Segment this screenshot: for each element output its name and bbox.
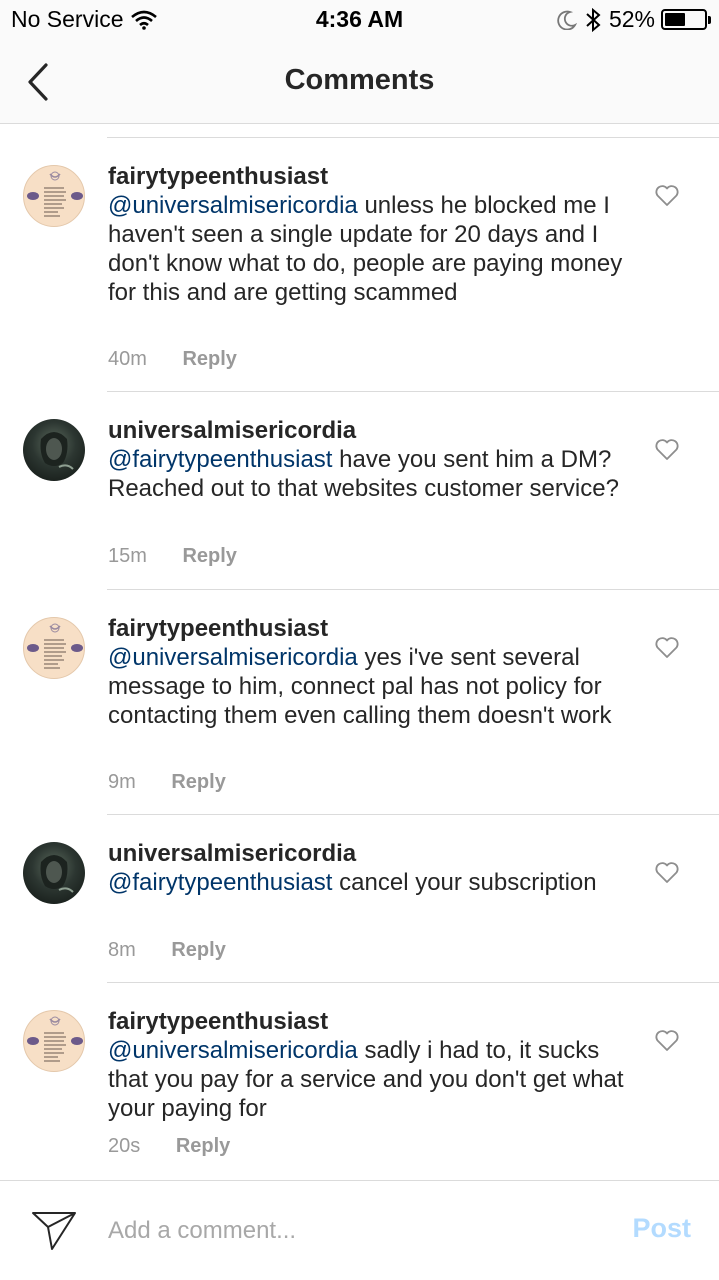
- comment-time: 8m: [108, 939, 136, 961]
- comment-time: 20s: [108, 1135, 141, 1157]
- heart-icon: [655, 439, 679, 460]
- like-button[interactable]: [654, 1029, 680, 1053]
- comment-body: fairytypeenthusiast @universalmisericord…: [108, 162, 628, 307]
- heart-icon: [655, 637, 679, 658]
- comment-meta: 9m Reply: [108, 771, 226, 794]
- battery-percent: 52%: [608, 6, 655, 32]
- avatar-image: [27, 171, 83, 217]
- comment-time: 40m: [108, 348, 147, 370]
- comment-username[interactable]: universalmisericordia: [108, 839, 628, 868]
- avatar[interactable]: [23, 165, 85, 227]
- comment-text: cancel your subscription: [332, 869, 597, 896]
- reply-button[interactable]: Reply: [182, 348, 236, 370]
- comment-body: fairytypeenthusiast @universalmisericord…: [108, 614, 628, 730]
- avatar-image: [27, 623, 83, 669]
- comment-meta: 20s Reply: [108, 1135, 230, 1158]
- divider: [107, 589, 719, 590]
- divider: [107, 137, 719, 138]
- comment-mention[interactable]: @fairytypeenthusiast: [108, 446, 332, 473]
- comment-username[interactable]: fairytypeenthusiast: [108, 162, 628, 191]
- post-button[interactable]: Post: [632, 1213, 691, 1244]
- comment-time: 15m: [108, 545, 147, 567]
- comment-input-bar: Post: [0, 1180, 719, 1280]
- like-button[interactable]: [654, 861, 680, 885]
- comment-body: universalmisericordia @fairytypeenthusia…: [108, 416, 628, 503]
- reply-button[interactable]: Reply: [182, 545, 236, 567]
- comment-username[interactable]: fairytypeenthusiast: [108, 614, 628, 643]
- avatar-image: [27, 1016, 83, 1062]
- heart-icon: [655, 185, 679, 206]
- like-button[interactable]: [654, 438, 680, 462]
- comment-meta: 8m Reply: [108, 939, 226, 962]
- avatar-image: [40, 432, 74, 470]
- moon-icon: [557, 10, 577, 30]
- status-bar: No Service 4:36 AM 52%: [0, 0, 719, 40]
- comment-username[interactable]: fairytypeenthusiast: [108, 1007, 628, 1036]
- comment-meta: 15m Reply: [108, 545, 237, 568]
- comment-mention[interactable]: @universalmisericordia: [108, 644, 358, 671]
- comment-body: universalmisericordia @fairytypeenthusia…: [108, 839, 628, 897]
- nav-bar: Comments: [0, 40, 719, 124]
- avatar-image: [40, 855, 74, 893]
- heart-icon: [655, 862, 679, 883]
- reply-button[interactable]: Reply: [171, 939, 225, 961]
- avatar[interactable]: [23, 842, 85, 904]
- comment-meta: 40m Reply: [108, 348, 237, 371]
- comment-mention[interactable]: @universalmisericordia: [108, 1037, 358, 1064]
- page-title: Comments: [284, 64, 435, 96]
- comment-body: fairytypeenthusiast @universalmisericord…: [108, 1007, 628, 1123]
- paper-plane-icon: [32, 1212, 76, 1250]
- comment-input[interactable]: [108, 1211, 588, 1251]
- divider: [107, 814, 719, 815]
- like-button[interactable]: [654, 636, 680, 660]
- avatar[interactable]: [23, 419, 85, 481]
- comment-mention[interactable]: @universalmisericordia: [108, 192, 358, 219]
- battery-fill: [665, 13, 685, 26]
- avatar[interactable]: [23, 1010, 85, 1072]
- divider: [107, 391, 719, 392]
- comment-username[interactable]: universalmisericordia: [108, 416, 628, 445]
- reply-button[interactable]: Reply: [171, 771, 225, 793]
- comment-time: 9m: [108, 771, 136, 793]
- divider: [107, 982, 719, 983]
- battery-icon: [661, 9, 711, 30]
- status-bar-right: 52%: [549, 6, 711, 33]
- comment-mention[interactable]: @fairytypeenthusiast: [108, 869, 332, 896]
- direct-send-button[interactable]: [30, 1209, 78, 1253]
- avatar[interactable]: [23, 617, 85, 679]
- like-button[interactable]: [654, 184, 680, 208]
- heart-icon: [655, 1030, 679, 1051]
- reply-button[interactable]: Reply: [176, 1135, 230, 1157]
- bluetooth-icon: [586, 7, 601, 32]
